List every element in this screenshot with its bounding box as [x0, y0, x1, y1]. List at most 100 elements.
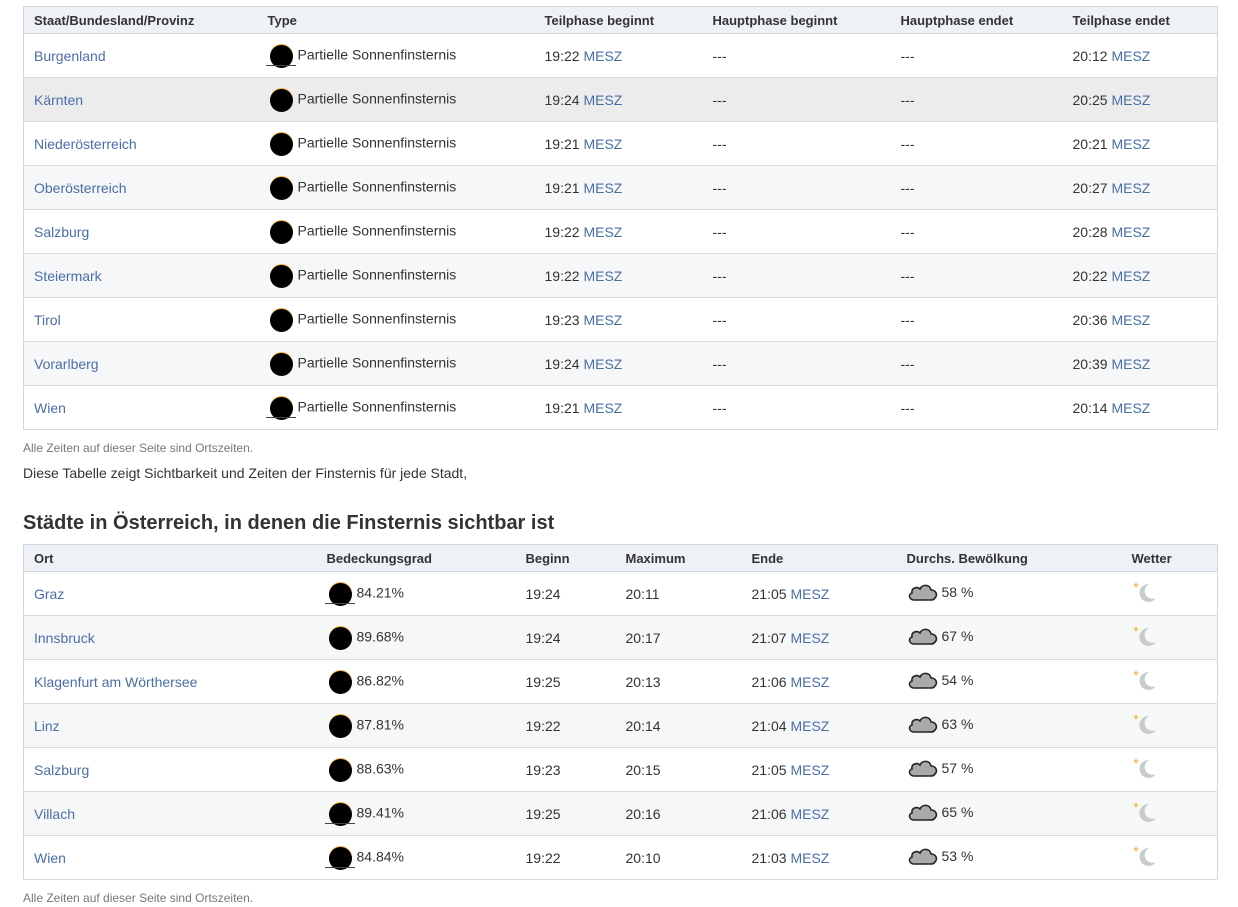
timezone-link[interactable]: MESZ — [790, 762, 829, 778]
city-link[interactable]: Villach — [34, 806, 75, 822]
region-cell: Kärnten — [23, 77, 258, 122]
clear-night-icon[interactable] — [1132, 712, 1158, 739]
timezone-link[interactable]: MESZ — [1111, 48, 1150, 64]
partial-end-cell: 20:22 MESZ — [1062, 253, 1218, 298]
main-begin-cell: --- — [702, 209, 891, 254]
cloud-cell: 54 % — [896, 659, 1122, 704]
col-header-main-begin[interactable]: Hauptphase beginnt — [702, 6, 891, 34]
end-cell: 21:07 MESZ — [741, 615, 897, 660]
timezone-link[interactable]: MESZ — [790, 718, 829, 734]
region-link[interactable]: Steiermark — [34, 268, 102, 284]
timezone-link[interactable]: MESZ — [1111, 92, 1150, 108]
weather-cell — [1121, 659, 1218, 704]
region-link[interactable]: Wien — [34, 400, 66, 416]
timezone-link[interactable]: MESZ — [790, 850, 829, 866]
col-header-maximum[interactable]: Maximum — [615, 544, 742, 572]
clear-night-icon[interactable] — [1132, 844, 1158, 871]
clear-night-icon[interactable] — [1132, 580, 1158, 607]
city-link[interactable]: Klagenfurt am Wörthersee — [34, 674, 197, 690]
weather-cell — [1121, 791, 1218, 836]
main-end-cell: --- — [890, 297, 1063, 342]
col-header-weather[interactable]: Wetter — [1121, 544, 1218, 572]
main-begin-cell: --- — [702, 77, 891, 122]
partial-begin-cell: 19:21 MESZ — [534, 385, 703, 430]
region-link[interactable]: Tirol — [34, 312, 61, 328]
weather-cell — [1121, 571, 1218, 616]
maximum-cell: 20:13 — [615, 659, 742, 704]
timezone-link[interactable]: MESZ — [1111, 356, 1150, 372]
clear-night-icon[interactable] — [1132, 756, 1158, 783]
city-cell: Wien — [23, 835, 317, 880]
region-link[interactable]: Burgenland — [34, 48, 106, 64]
cloud-cell: 58 % — [896, 571, 1122, 616]
maximum-cell: 20:15 — [615, 747, 742, 792]
city-link[interactable]: Innsbruck — [34, 630, 95, 646]
table-row: Kärnten Partielle Sonnenfinsternis 19:24 M… — [23, 77, 1218, 122]
timezone-link[interactable]: MESZ — [583, 268, 622, 284]
main-end-cell: --- — [890, 253, 1063, 298]
city-link[interactable]: Graz — [34, 586, 64, 602]
col-header-region[interactable]: Staat/Bundesland/Provinz — [23, 6, 258, 34]
col-header-cloud-cover[interactable]: Durchs. Bewölkung — [896, 544, 1122, 572]
region-cell: Tirol — [23, 297, 258, 342]
clear-night-icon[interactable] — [1132, 668, 1158, 695]
col-header-begin[interactable]: Beginn — [515, 544, 616, 572]
partial-end-cell: 20:12 MESZ — [1062, 33, 1218, 78]
end-cell: 21:05 MESZ — [741, 747, 897, 792]
col-header-end[interactable]: Ende — [741, 544, 897, 572]
col-header-partial-begin[interactable]: Teilphase beginnt — [534, 6, 703, 34]
col-header-city[interactable]: Ort — [23, 544, 317, 572]
timezone-link[interactable]: MESZ — [790, 806, 829, 822]
city-cell: Salzburg — [23, 747, 317, 792]
timezone-link[interactable]: MESZ — [1111, 224, 1150, 240]
timezone-link[interactable]: MESZ — [1111, 312, 1150, 328]
cloud-cover-value: 53 % — [941, 848, 974, 865]
timezone-link[interactable]: MESZ — [583, 180, 622, 196]
region-link[interactable]: Vorarlberg — [34, 356, 99, 372]
timezone-link[interactable]: MESZ — [583, 224, 622, 240]
table-row: Burgenland Partielle Sonnenfinsternis 19:2… — [23, 33, 1218, 78]
timezone-link[interactable]: MESZ — [1111, 268, 1150, 284]
local-time-note: Alle Zeiten auf dieser Seite sind Ortsze… — [23, 441, 254, 455]
cloud-cover-value: 63 % — [941, 716, 974, 733]
city-link[interactable]: Wien — [34, 850, 66, 866]
partial-begin-cell: 19:24 MESZ — [534, 77, 703, 122]
col-header-type[interactable]: Type — [257, 6, 535, 34]
timezone-link[interactable]: MESZ — [583, 312, 622, 328]
col-header-main-end[interactable]: Hauptphase endet — [890, 6, 1063, 34]
partial-end-time: 20:36 — [1072, 311, 1108, 328]
region-cell: Oberösterreich — [23, 165, 258, 210]
clear-night-icon[interactable] — [1132, 624, 1158, 651]
timezone-link[interactable]: MESZ — [790, 630, 829, 646]
local-time-note-2: Alle Zeiten auf dieser Seite sind Ortsze… — [23, 891, 254, 905]
coverage-cell: 89.41% — [316, 791, 516, 836]
coverage-value: 86.82% — [356, 672, 404, 689]
clear-night-icon[interactable] — [1132, 800, 1158, 827]
region-link[interactable]: Oberösterreich — [34, 180, 127, 196]
timezone-link[interactable]: MESZ — [790, 586, 829, 602]
partial-end-time: 20:21 — [1072, 135, 1108, 152]
partial-end-cell: 20:25 MESZ — [1062, 77, 1218, 122]
region-link[interactable]: Niederösterreich — [34, 136, 137, 152]
end-time: 21:03 — [751, 849, 787, 866]
timezone-link[interactable]: MESZ — [583, 400, 622, 416]
end-time: 21:07 — [751, 629, 787, 646]
begin-cell: 19:25 — [515, 659, 616, 704]
timezone-link[interactable]: MESZ — [583, 356, 622, 372]
partial-eclipse-icon — [324, 845, 355, 871]
city-link[interactable]: Linz — [34, 718, 60, 734]
timezone-link[interactable]: MESZ — [1111, 400, 1150, 416]
type-cell: Partielle Sonnenfinsternis — [257, 253, 535, 298]
col-header-partial-end[interactable]: Teilphase endet — [1062, 6, 1218, 34]
region-link[interactable]: Kärnten — [34, 92, 83, 108]
timezone-link[interactable]: MESZ — [1111, 180, 1150, 196]
region-link[interactable]: Salzburg — [34, 224, 89, 240]
timezone-link[interactable]: MESZ — [583, 48, 622, 64]
timezone-link[interactable]: MESZ — [583, 92, 622, 108]
col-header-coverage[interactable]: Bedeckungsgrad — [316, 544, 516, 572]
city-link[interactable]: Salzburg — [34, 762, 89, 778]
timezone-link[interactable]: MESZ — [1111, 136, 1150, 152]
timezone-link[interactable]: MESZ — [790, 674, 829, 690]
maximum-cell: 20:17 — [615, 615, 742, 660]
timezone-link[interactable]: MESZ — [583, 136, 622, 152]
